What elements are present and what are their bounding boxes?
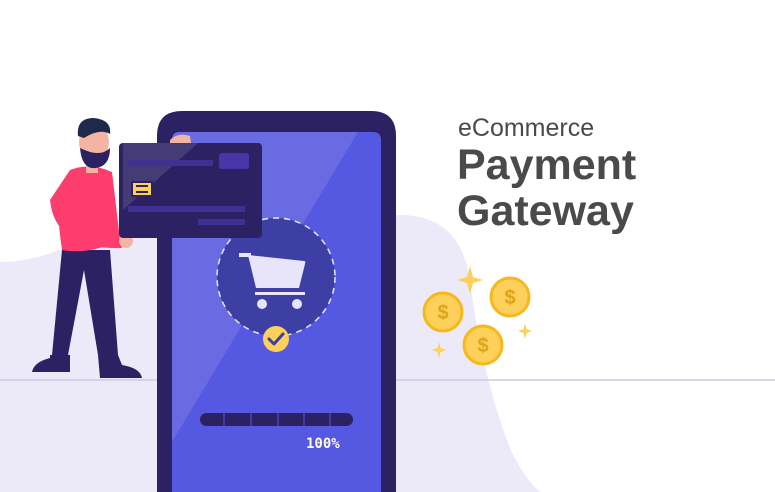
heading-title: Payment Gateway [457, 141, 637, 235]
dollar-coin-icon: $ [462, 324, 504, 366]
svg-text:$: $ [504, 287, 515, 309]
dollar-coin-icon: $ [422, 291, 464, 333]
dollar-coin-icon: $ [489, 276, 531, 318]
progress-label: 100% [306, 436, 340, 452]
svg-text:$: $ [477, 335, 488, 357]
svg-text:$: $ [437, 302, 448, 324]
illustration: $ $ $ [0, 111, 775, 492]
heading-subtitle: eCommerce [458, 114, 595, 142]
credit-card [119, 143, 262, 238]
check-badge [263, 326, 289, 352]
progress-bar [200, 413, 353, 426]
